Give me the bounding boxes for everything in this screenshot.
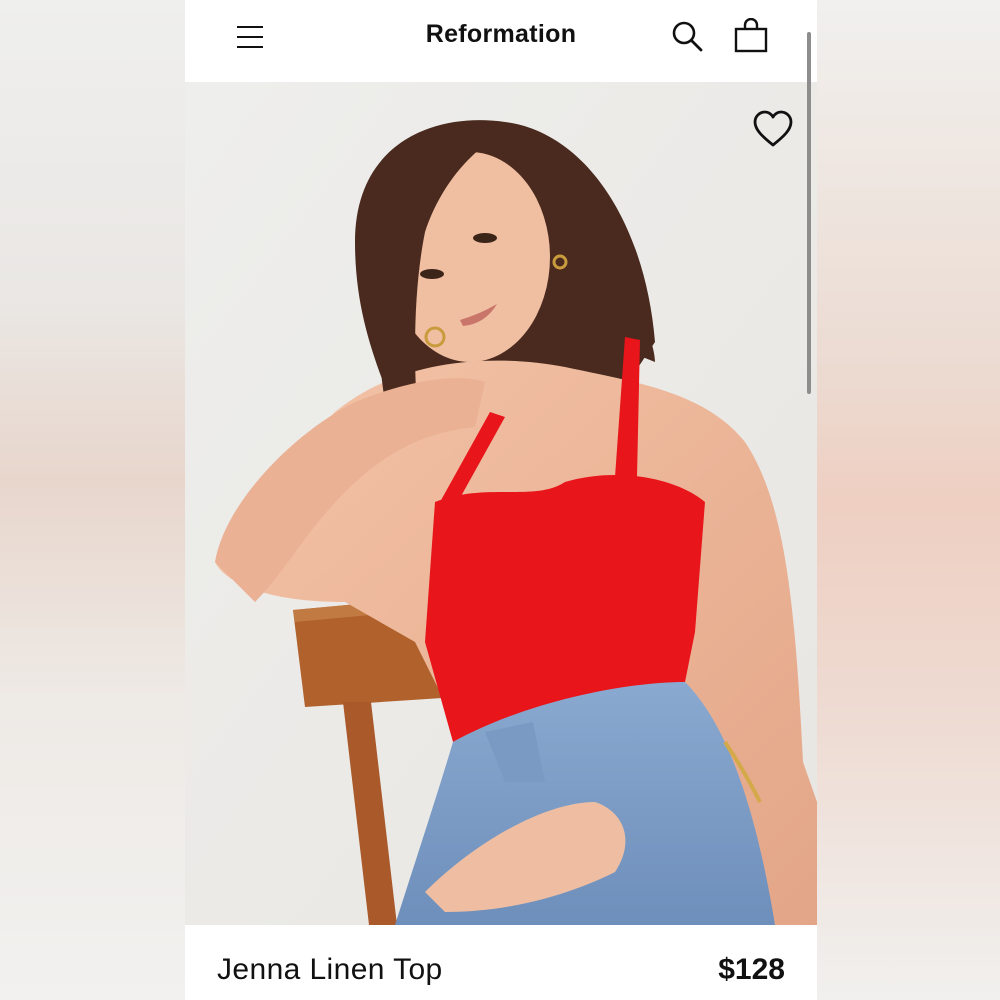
shopping-bag-icon[interactable]	[733, 17, 769, 54]
phone-screen: Reformation Jenna Linen Top $128	[185, 0, 817, 1000]
product-info-bar: Jenna Linen Top $128	[185, 925, 817, 1000]
product-name[interactable]: Jenna Linen Top	[217, 953, 443, 987]
scrollbar[interactable]	[807, 32, 811, 394]
blurred-background-right	[817, 0, 1000, 1000]
product-photo-illustration	[185, 82, 817, 925]
product-price: $128	[718, 953, 785, 986]
heart-icon[interactable]	[751, 108, 795, 152]
product-image[interactable]	[185, 82, 817, 925]
search-icon[interactable]	[669, 18, 705, 54]
top-navigation-bar: Reformation	[185, 0, 817, 82]
blurred-background-left	[0, 0, 185, 1000]
brand-logo[interactable]: Reformation	[185, 20, 817, 49]
